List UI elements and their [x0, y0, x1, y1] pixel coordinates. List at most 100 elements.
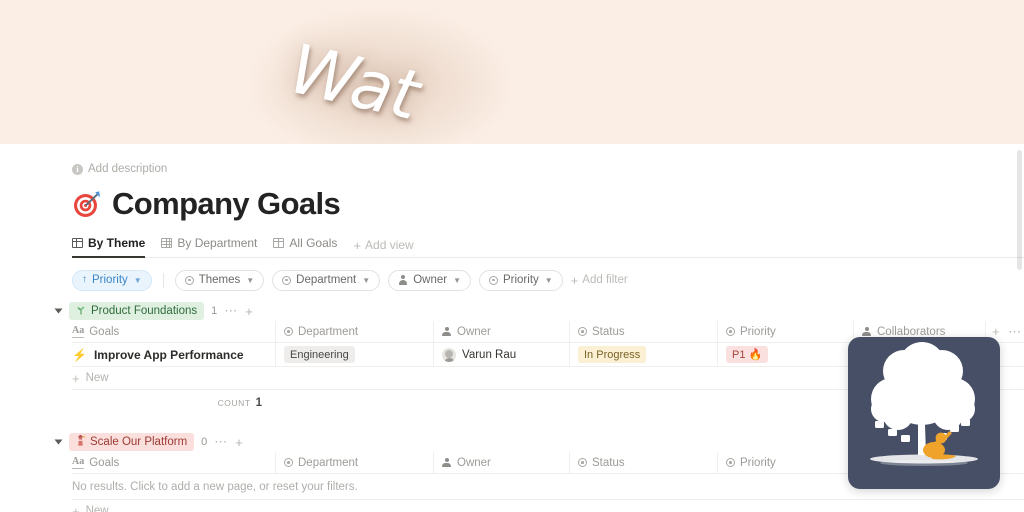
- group-header[interactable]: Product Foundations 1 ⋯ +: [54, 301, 1024, 321]
- new-row-button-group-2[interactable]: + New: [72, 500, 1024, 512]
- table-more-options-icon[interactable]: ⋯: [1008, 325, 1022, 338]
- tab-by-department[interactable]: By Department: [161, 234, 257, 258]
- add-view-button[interactable]: + Add view: [353, 238, 413, 257]
- filter-chip-themes[interactable]: Themes ▼: [174, 269, 265, 291]
- column-header-department[interactable]: Department: [276, 452, 434, 473]
- plus-icon: +: [72, 503, 80, 512]
- circle-dot-icon: [726, 327, 735, 336]
- column-header-status[interactable]: Status: [570, 321, 718, 342]
- filter-chip-department[interactable]: Department ▼: [272, 269, 381, 291]
- add-view-label: Add view: [365, 238, 414, 252]
- plus-icon: +: [353, 237, 362, 253]
- lightning-bolt-icon: ⚡: [72, 347, 87, 362]
- column-header-owner-label: Owner: [457, 325, 491, 338]
- group-more-options-icon[interactable]: ⋯: [224, 304, 238, 317]
- circle-dot-icon: [184, 275, 194, 285]
- arrow-up-icon: ↑: [82, 274, 87, 285]
- count-summary[interactable]: Count 1: [72, 397, 276, 409]
- add-description-button[interactable]: i Add description: [72, 158, 167, 180]
- circle-dot-icon: [282, 275, 292, 285]
- plus-icon: +: [72, 370, 80, 386]
- circle-dot-icon: [726, 458, 735, 467]
- filter-chip-themes-label: Themes: [198, 274, 241, 286]
- page-cover[interactable]: Wat: [0, 0, 1024, 144]
- view-tabs: By Theme By Department All Goals + Add v…: [72, 234, 1024, 258]
- column-header-owner-label: Owner: [457, 456, 491, 469]
- circle-dot-icon: [578, 327, 587, 336]
- column-header-goals[interactable]: Aa Goals: [72, 321, 276, 342]
- collapse-triangle-icon[interactable]: [54, 308, 63, 314]
- status-badge: In Progress: [578, 346, 647, 363]
- group-more-options-icon[interactable]: ⋯: [214, 435, 228, 448]
- cell-goal[interactable]: ⚡ Improve App Performance: [72, 343, 276, 366]
- chevron-down-icon: ▼: [362, 275, 371, 285]
- column-header-status[interactable]: Status: [570, 452, 718, 473]
- cell-priority[interactable]: P1 🔥: [718, 343, 854, 366]
- direct-hit-target-icon: [72, 190, 101, 219]
- column-header-owner[interactable]: Owner: [434, 452, 570, 473]
- collapse-triangle-icon[interactable]: [54, 439, 63, 445]
- priority-badge: P1 🔥: [726, 346, 769, 363]
- cell-department[interactable]: Engineering: [276, 343, 434, 366]
- group-tag[interactable]: Product Foundations: [69, 302, 205, 320]
- avatar: [442, 347, 456, 362]
- column-header-goals[interactable]: Aa Goals: [72, 452, 276, 473]
- notion-database-page: Wat i Add description Company Goals By T…: [0, 0, 1024, 512]
- group-name: Product Foundations: [91, 305, 198, 317]
- count-value: 1: [255, 397, 262, 409]
- sort-chip-label: Priority: [92, 274, 128, 286]
- title-text-icon: Aa: [72, 324, 85, 338]
- sort-chip-priority[interactable]: ↑ Priority ▼: [72, 269, 152, 291]
- column-header-owner[interactable]: Owner: [434, 321, 570, 342]
- page-title-row: Company Goals: [72, 186, 1024, 222]
- add-column-icon[interactable]: +: [992, 325, 1000, 338]
- cell-status[interactable]: In Progress: [570, 343, 718, 366]
- table-grid-icon: [72, 237, 83, 248]
- tab-by-theme-label: By Theme: [88, 235, 146, 250]
- filter-chip-department-label: Department: [296, 274, 357, 286]
- group-tag[interactable]: Scale Our Platform: [69, 433, 195, 451]
- group-count: 0: [201, 436, 208, 448]
- person-icon: [442, 326, 452, 337]
- column-header-goals-label: Goals: [89, 325, 120, 338]
- column-header-priority-label: Priority: [740, 325, 776, 338]
- owner-name: Varun Rau: [462, 348, 517, 361]
- group-name: Scale Our Platform: [90, 436, 188, 448]
- column-header-priority[interactable]: Priority: [718, 321, 854, 342]
- column-header-department[interactable]: Department: [276, 321, 434, 342]
- plus-icon: +: [570, 272, 579, 288]
- filter-chip-owner-label: Owner: [413, 274, 448, 286]
- column-header-status-label: Status: [592, 456, 625, 469]
- goal-title: Improve App Performance: [93, 347, 244, 362]
- column-header-goals-label: Goals: [89, 456, 120, 469]
- column-header-priority-label: Priority: [740, 456, 776, 469]
- group-add-icon[interactable]: +: [245, 305, 253, 318]
- page-title: Company Goals: [112, 186, 341, 221]
- count-label: Count: [217, 398, 251, 408]
- chevron-down-icon: ▼: [133, 275, 142, 285]
- group-count: 1: [211, 305, 218, 317]
- column-header-collaborators-label: Collaborators: [877, 325, 946, 338]
- tab-all-goals-label: All Goals: [289, 235, 338, 250]
- column-header-priority[interactable]: Priority: [718, 452, 854, 473]
- add-description-label: Add description: [88, 163, 168, 175]
- column-header-status-label: Status: [592, 325, 625, 338]
- tab-by-theme[interactable]: By Theme: [72, 234, 146, 258]
- vertical-scrollbar[interactable]: [1017, 150, 1022, 270]
- table-grid-icon: [273, 237, 285, 248]
- cell-owner[interactable]: Varun Rau: [434, 343, 570, 366]
- person-icon: [862, 326, 872, 337]
- filter-chip-owner[interactable]: Owner ▼: [388, 269, 471, 291]
- group-add-icon[interactable]: +: [235, 436, 243, 449]
- tab-by-department-label: By Department: [177, 235, 258, 250]
- circle-dot-icon: [578, 458, 587, 467]
- info-icon: i: [72, 163, 83, 175]
- filter-chip-priority[interactable]: Priority ▼: [478, 269, 563, 291]
- tab-all-goals[interactable]: All Goals: [273, 234, 337, 258]
- table-grid-icon: [161, 237, 173, 248]
- circle-dot-icon: [284, 327, 293, 336]
- add-filter-button[interactable]: + Add filter: [571, 274, 628, 287]
- new-row-label: New: [85, 372, 109, 384]
- circle-dot-icon: [488, 275, 498, 285]
- title-text-icon: Aa: [72, 455, 85, 469]
